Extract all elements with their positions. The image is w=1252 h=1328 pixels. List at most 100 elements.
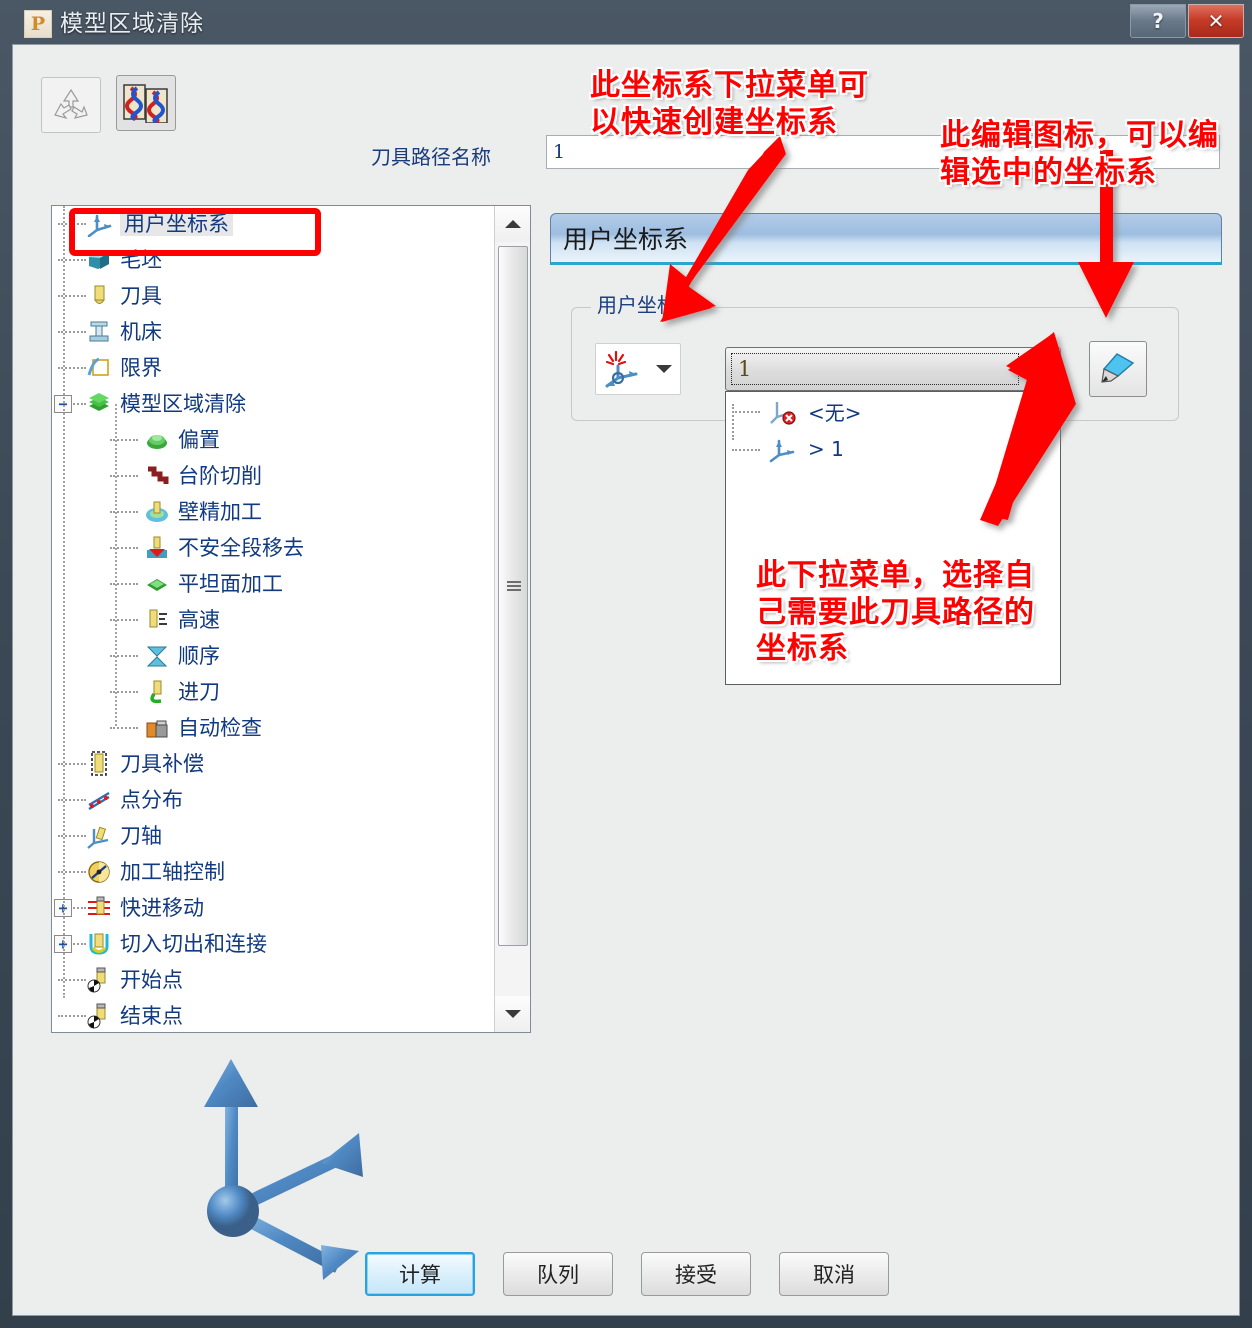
tree-item-18[interactable]: 加工轴控制	[52, 854, 494, 890]
tree-scrollbar[interactable]	[494, 206, 530, 1032]
tree-branch-line	[115, 404, 117, 726]
wall-finish-icon	[144, 499, 170, 525]
tree-item-4[interactable]: 限界	[52, 350, 494, 386]
tool-axis-icon	[86, 823, 112, 849]
dialog-button-2[interactable]: 接受	[641, 1252, 751, 1296]
tree-item-label: 快进移动	[120, 895, 204, 920]
edit-workplane-button[interactable]	[1089, 341, 1147, 397]
application-window: P 模型区域清除 ? ✕ 刀具路径名称 1 用户坐标系 毛坯 刀具 机床 限界 …	[0, 0, 1252, 1328]
tree-item-5[interactable]: − 模型区域清除	[52, 386, 494, 422]
tree-item-11[interactable]: 高速	[52, 602, 494, 638]
annotation-text-anno2: 此编辑图标，可以编辑选中的坐标系	[940, 118, 1219, 190]
dropdown-item-label: <无>	[808, 400, 862, 425]
tree-item-8[interactable]: 壁精加工	[52, 494, 494, 530]
close-button[interactable]: ✕	[1188, 4, 1244, 38]
tree-item-label: 模型区域清除	[120, 391, 246, 416]
axes-icon	[86, 211, 112, 237]
tree-item-label: 顺序	[178, 643, 220, 668]
app-icon: P	[24, 10, 52, 38]
annotation-text-anno3: 此下拉菜单，选择自己需要此刀具路径的坐标系	[756, 558, 1035, 667]
help-button[interactable]: ?	[1130, 4, 1186, 38]
annotation-text-anno1: 此坐标系下拉菜单可以快速创建坐标系	[590, 68, 869, 140]
tree-item-label: 不安全段移去	[178, 535, 304, 560]
tree-item-14[interactable]: 自动检查	[52, 710, 494, 746]
high-speed-icon	[144, 607, 170, 633]
settings-tree[interactable]: 用户坐标系 毛坯刀具机床 限界 − 模型区域清除偏置台阶切削 壁精加工不安全段移去 平坦面加…	[51, 205, 531, 1033]
tree-item-label: 结束点	[120, 1003, 183, 1028]
chevron-down-icon	[656, 365, 672, 373]
offset-icon	[144, 427, 170, 453]
recycle-icon-button[interactable]	[41, 77, 101, 133]
tree-item-9[interactable]: 不安全段移去	[52, 530, 494, 566]
tree-item-22[interactable]: 结束点	[52, 998, 494, 1032]
tree-item-label: 切入切出和连接	[120, 931, 267, 956]
auto-check-icon	[144, 715, 170, 741]
tree-item-13[interactable]: 进刀	[52, 674, 494, 710]
tree-item-label: 刀轴	[120, 823, 162, 848]
order-icon	[144, 643, 170, 669]
workplane-axes-graphic	[163, 1045, 413, 1285]
scroll-down-button[interactable]	[495, 996, 530, 1032]
step-cut-icon	[144, 463, 170, 489]
tree-trunk-line	[63, 206, 65, 998]
tree-item-6[interactable]: 偏置	[52, 422, 494, 458]
machine-icon	[86, 319, 112, 345]
toolpath-name-label: 刀具路径名称	[371, 145, 491, 169]
plunge-icon	[144, 679, 170, 705]
create-workplane-dropdown-arrow[interactable]	[648, 365, 680, 373]
scrollbar-thumb[interactable]	[498, 246, 528, 946]
annotation-arrow-1	[660, 136, 786, 322]
create-workplane-icon	[596, 350, 648, 388]
tree-item-10[interactable]: 平坦面加工	[52, 566, 494, 602]
layers-icon	[86, 391, 112, 417]
annotation-arrow-3	[980, 332, 1076, 526]
tree-item-15[interactable]: 刀具补偿	[52, 746, 494, 782]
scrollbar-grip	[507, 581, 521, 593]
flat-face-icon	[144, 571, 170, 597]
tree-item-label: 加工轴控制	[120, 859, 225, 884]
machine-axis-icon	[86, 859, 112, 885]
end-point-icon	[86, 1003, 112, 1029]
tree-item-12[interactable]: 顺序	[52, 638, 494, 674]
tree-item-17[interactable]: 刀轴	[52, 818, 494, 854]
no-workplane-icon	[766, 396, 800, 426]
create-workplane-split-button[interactable]	[595, 343, 681, 395]
tree-connector-dots	[110, 727, 138, 729]
tree-item-21[interactable]: 开始点	[52, 962, 494, 998]
tree-item-label: 高速	[178, 607, 220, 632]
tree-item-19[interactable]: + 快进移动	[52, 890, 494, 926]
dialog-button-1[interactable]: 队列	[503, 1252, 613, 1296]
tree-item-label: 平坦面加工	[178, 571, 283, 596]
tree-items-container: 用户坐标系 毛坯刀具机床 限界 − 模型区域清除偏置台阶切削 壁精加工不安全段移去 平坦面加…	[52, 206, 494, 1032]
start-point-icon	[86, 967, 112, 993]
toolpath-preview-icon-button[interactable]	[116, 75, 176, 131]
tree-item-3[interactable]: 机床	[52, 314, 494, 350]
dropdown-item-label: > 1	[808, 437, 844, 461]
block-icon	[86, 247, 112, 273]
tree-item-0[interactable]: 用户坐标系	[52, 206, 494, 242]
tree-item-2[interactable]: 刀具	[52, 278, 494, 314]
tool-icon	[86, 283, 112, 309]
tree-item-label: 进刀	[178, 679, 220, 704]
unsafe-remove-icon	[144, 535, 170, 561]
tree-item-1[interactable]: 毛坯	[52, 242, 494, 278]
window-title: 模型区域清除	[60, 11, 204, 37]
tree-item-16[interactable]: 点分布	[52, 782, 494, 818]
limit-icon	[86, 355, 112, 381]
dialog-button-0[interactable]: 计算	[365, 1252, 475, 1296]
tree-item-label: 偏置	[178, 427, 220, 452]
tree-item-label: 自动检查	[178, 715, 262, 740]
tree-item-label: 刀具	[120, 283, 162, 308]
workplane-icon	[766, 434, 800, 464]
tree-item-label: 刀具补偿	[120, 751, 204, 776]
tree-item-20[interactable]: + 切入切出和连接	[52, 926, 494, 962]
scroll-up-button[interactable]	[495, 206, 530, 242]
pencil-edit-icon	[1101, 353, 1135, 383]
dialog-client-area: 刀具路径名称 用户坐标系毛坯刀具机床限界 −模型区域清除偏置台阶切削壁精加工不安全…	[12, 44, 1240, 1316]
tree-item-7[interactable]: 台阶切削	[52, 458, 494, 494]
tree-connector-dots	[58, 1015, 86, 1017]
dialog-button-row: 计算 队列 接受 取消	[13, 1252, 1241, 1296]
dialog-button-3[interactable]: 取消	[779, 1252, 889, 1296]
rapid-move-icon	[86, 895, 112, 921]
dropdown-connector-dots	[732, 449, 760, 451]
